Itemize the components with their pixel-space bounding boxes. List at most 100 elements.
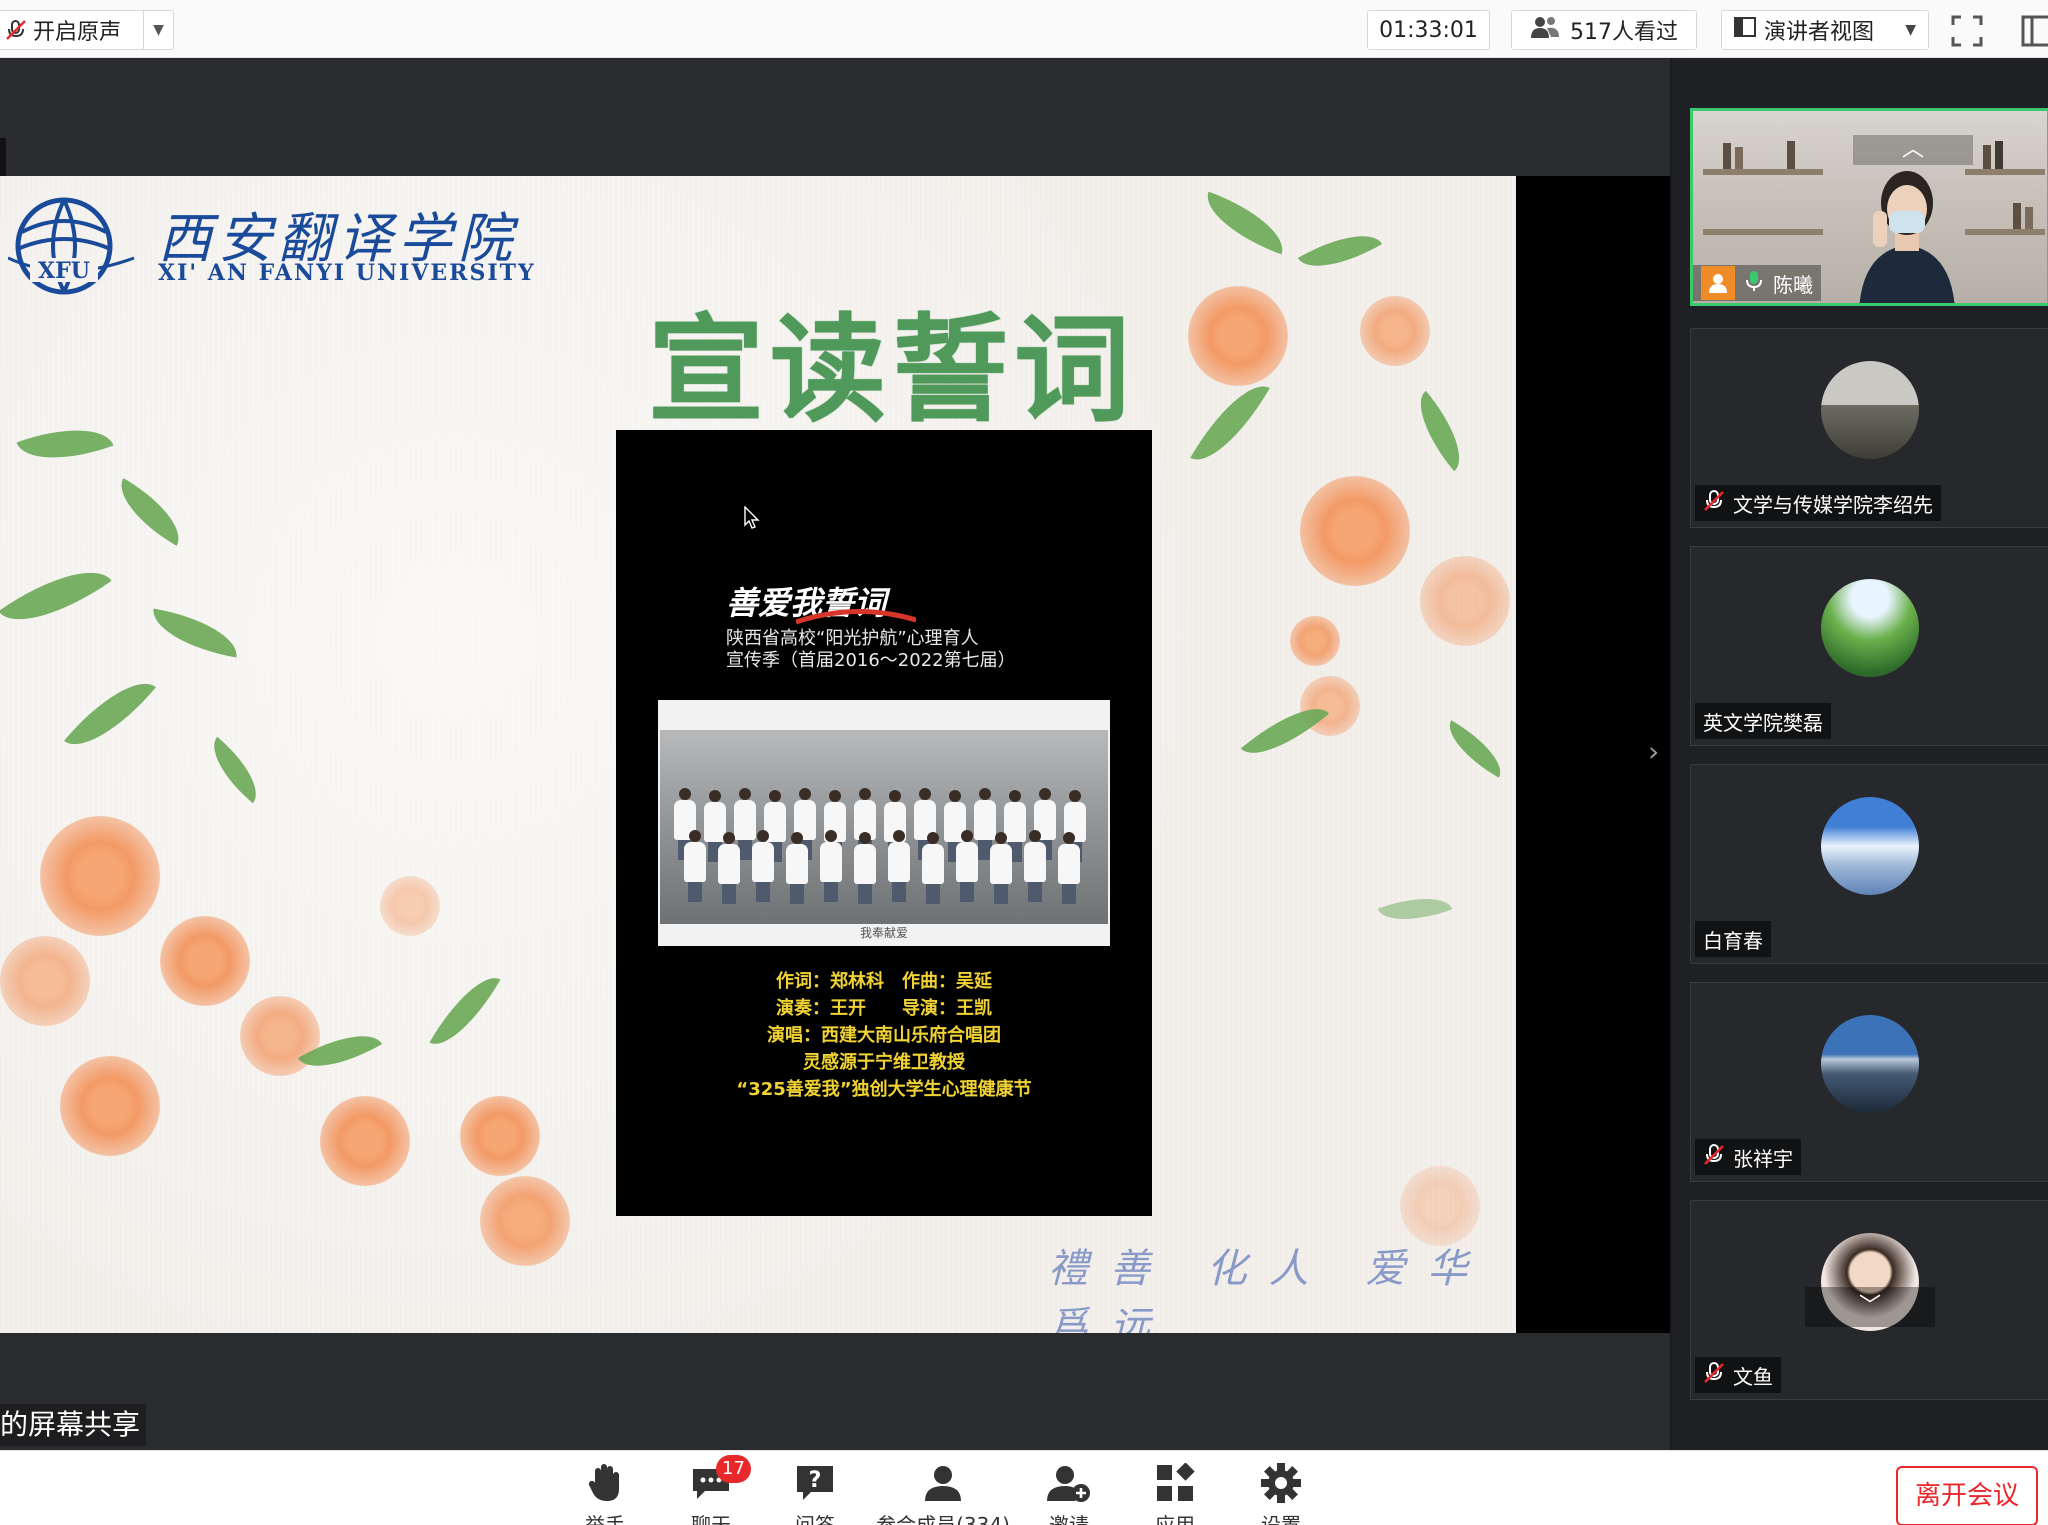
participant-panel: ︿ 陈曦 文学与传媒学院李绍先 英文学院樊磊 白育春 张祥宇 ﹀ 文鱼	[1672, 58, 2048, 1450]
avatar	[1821, 797, 1919, 895]
people-icon	[1530, 15, 1560, 45]
invite-label: 邀请	[1049, 1513, 1089, 1525]
participant-tile[interactable]: 文学与传媒学院李绍先	[1690, 328, 2048, 528]
swoosh-decoration	[796, 609, 916, 625]
book	[2025, 207, 2033, 229]
participant-name: 文鱼	[1733, 1364, 1773, 1389]
chevron-down-icon: ▼	[1905, 22, 1916, 38]
flower-decoration	[0, 936, 90, 1026]
settings-button[interactable]: 设置	[1226, 1461, 1336, 1525]
letterbox-bar	[1516, 176, 1670, 1333]
apps-icon	[1120, 1461, 1230, 1505]
presentation-slide: XFU 西安翻译学院 XI' AN FANYI UNIVERSITY 宣读誓词 …	[0, 176, 1516, 1333]
original-sound-label: 开启原声	[33, 20, 122, 45]
participant-name-bar: 英文学院樊磊	[1695, 703, 1831, 739]
video-subtitle-line2: 宣传季（首届2016～2022第七届）	[726, 650, 1016, 671]
flower-decoration	[480, 1176, 570, 1266]
sidebar-toggle-icon[interactable]	[2020, 14, 2048, 48]
flower-decoration	[160, 916, 250, 1006]
raise-hand-label: 举手	[585, 1513, 625, 1525]
participant-name-bar: 文鱼	[1695, 1357, 1781, 1393]
flower-decoration	[1300, 476, 1410, 586]
raise-hand-button[interactable]: 举手	[550, 1461, 660, 1525]
viewers-count: 517人看过	[1570, 20, 1678, 45]
participant-tile[interactable]: 白育春	[1690, 764, 2048, 964]
members-button[interactable]: 参会成员(334)	[858, 1461, 1028, 1525]
mic-muted-icon	[1703, 1361, 1725, 1389]
participant-tile[interactable]: 张祥宇	[1690, 982, 2048, 1182]
choir-photo: 我奉献爱	[658, 700, 1110, 946]
slide-title: 宣读誓词	[648, 303, 1136, 438]
screen-share-label: 的屏幕共享	[0, 1404, 147, 1446]
singer-figure	[1024, 830, 1046, 902]
singer-figure	[786, 832, 808, 904]
singer-figure	[888, 830, 910, 902]
chevron-down-icon[interactable]: ﹀	[1805, 1287, 1935, 1327]
viewers-button[interactable]: 517人看过	[1511, 10, 1697, 50]
meeting-timer: 01:33:01	[1367, 10, 1490, 50]
apps-button[interactable]: 应用	[1120, 1461, 1230, 1525]
person-icon	[858, 1461, 1028, 1505]
flower-decoration	[60, 1056, 160, 1156]
mic-muted-icon	[5, 19, 27, 41]
question-icon: ?	[760, 1461, 870, 1505]
shelf	[1703, 169, 1823, 175]
chevron-down-icon[interactable]: ▼	[143, 11, 173, 49]
participant-name: 白育春	[1703, 928, 1763, 953]
shelf	[1703, 229, 1823, 235]
qa-button[interactable]: ? 问答	[760, 1461, 870, 1525]
bottom-toolbar: 举手 17 聊天 ? 问答 参会成员(334) 邀请 应用 设置	[0, 1450, 2048, 1525]
participant-tile[interactable]: ﹀ 文鱼	[1690, 1200, 2048, 1400]
participant-tile[interactable]: 英文学院樊磊	[1690, 546, 2048, 746]
flower-decoration	[460, 1096, 540, 1176]
singer-figure	[752, 830, 774, 902]
book	[2013, 203, 2021, 229]
chevron-right-icon[interactable]: ›	[1648, 735, 1659, 768]
settings-label: 设置	[1261, 1513, 1301, 1525]
participant-name: 文学与传媒学院李绍先	[1733, 492, 1933, 517]
fullscreen-icon[interactable]	[1950, 14, 1984, 48]
singer-figure	[990, 832, 1012, 904]
embedded-video[interactable]: 善爱我誓词 陕西省高校“阳光护航”心理育人 宣传季（首届2016～2022第七届…	[616, 430, 1152, 1216]
invite-button[interactable]: 邀请	[1014, 1461, 1124, 1525]
participant-name: 张祥宇	[1733, 1146, 1793, 1171]
apps-label: 应用	[1155, 1513, 1195, 1525]
chat-button[interactable]: 17 聊天	[656, 1455, 766, 1525]
singer-figure	[974, 788, 996, 860]
chevron-up-icon[interactable]: ︿	[1853, 135, 1973, 165]
mic-on-icon	[1743, 270, 1765, 297]
logo-text: XFU	[38, 258, 90, 284]
book	[1983, 145, 1991, 169]
flower-decoration	[1400, 1166, 1480, 1246]
add-person-icon	[1014, 1461, 1124, 1505]
layout-icon	[1734, 17, 1756, 43]
view-mode-dropdown[interactable]: 演讲者视图 ▼	[1721, 10, 1929, 50]
participant-name: 陈曦	[1773, 272, 1813, 297]
singer-figure	[684, 830, 706, 902]
participant-name-bar: 白育春	[1695, 921, 1771, 957]
singer-figure	[820, 830, 842, 902]
flower-decoration	[40, 816, 160, 936]
flower-decoration	[1360, 296, 1430, 366]
participant-tile[interactable]: ︿ 陈曦	[1690, 108, 2048, 306]
book	[1787, 141, 1795, 169]
avatar	[1821, 1015, 1919, 1113]
credit-line: “325善爱我”独创大学生心理健康节	[736, 1079, 1032, 1100]
hand-icon	[550, 1461, 660, 1505]
avatar	[1821, 579, 1919, 677]
panel-resize-handle[interactable]	[1670, 58, 1672, 1450]
slide-motto: 禮善 ​化人 ​爱华 ​爲远	[1048, 1246, 1490, 1333]
members-label: 参会成员(334)	[876, 1513, 1010, 1525]
book	[1735, 147, 1743, 169]
original-sound-button[interactable]: 开启原声 ▼	[0, 10, 174, 50]
university-logo: XFU	[7, 192, 138, 296]
credit-line: 作词：郑林科 作曲：吴延	[776, 971, 992, 992]
photo-scene	[660, 730, 1108, 924]
singer-figure	[922, 832, 944, 904]
unread-badge: 17	[716, 1455, 751, 1483]
flower-decoration	[1188, 286, 1288, 386]
leave-meeting-button[interactable]: 离开会议	[1896, 1466, 2038, 1525]
participant-name-bar: 陈曦	[1693, 265, 1821, 301]
qa-label: 问答	[795, 1513, 835, 1525]
flower-decoration	[380, 876, 440, 936]
